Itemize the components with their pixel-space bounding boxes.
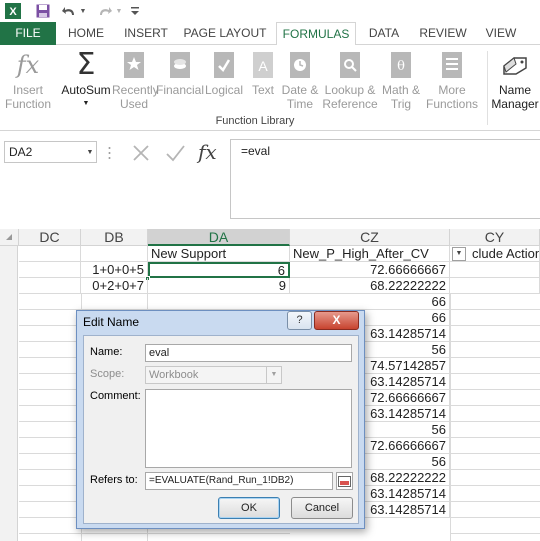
name-box-dropdown-icon[interactable]: ▼	[83, 141, 97, 163]
tab-data[interactable]: DATA	[360, 22, 408, 45]
formula-input[interactable]: =eval	[230, 139, 540, 219]
undo-dropdown-icon[interactable]: ▼	[78, 2, 88, 20]
name-field[interactable]: eval	[145, 344, 352, 362]
lookup-reference-button[interactable]: Lookup & Reference	[320, 49, 380, 115]
cell-cz-row2[interactable]: 72.66666667	[290, 262, 450, 278]
help-button[interactable]: ?	[287, 311, 312, 330]
svg-text:θ: θ	[397, 59, 405, 74]
tab-insert[interactable]: INSERT	[118, 22, 174, 45]
lookup-book-icon	[320, 49, 380, 81]
ribbon: fx Insert Function Σ AutoSum ▼ Recently …	[0, 45, 540, 131]
math-trig-button[interactable]: θ Math & Trig	[380, 49, 422, 115]
tab-view[interactable]: VIEW	[478, 22, 524, 45]
cancel-button[interactable]: Cancel	[291, 497, 353, 519]
name-manager-icon	[490, 49, 540, 81]
comment-textarea[interactable]	[145, 389, 352, 468]
financial-button[interactable]: Financial	[156, 49, 204, 115]
logical-button[interactable]: Logical	[204, 49, 244, 115]
date-time-book-icon	[280, 49, 320, 81]
save-icon[interactable]	[34, 2, 52, 20]
redo-dropdown-icon[interactable]: ▼	[114, 2, 124, 20]
formula-bar-grip-icon	[108, 145, 111, 161]
tab-review[interactable]: REVIEW	[414, 22, 472, 45]
sigma-icon: Σ	[76, 47, 96, 82]
cell-cz-row3[interactable]: 68.22222222	[290, 278, 450, 294]
refers-to-label: Refers to:	[90, 474, 138, 486]
ribbon-separator	[487, 51, 488, 125]
undo-icon[interactable]	[60, 2, 78, 20]
column-header-cy[interactable]: CY	[450, 229, 540, 246]
cell-da-row3[interactable]: 9	[148, 278, 290, 294]
cell[interactable]	[450, 262, 540, 278]
ok-button[interactable]: OK	[218, 497, 280, 519]
scope-label: Scope:	[90, 368, 125, 380]
fx-icon: fx	[16, 51, 40, 79]
function-library-group-label: Function Library	[215, 115, 295, 127]
gridlines-right	[450, 294, 540, 541]
cell[interactable]	[19, 262, 81, 278]
comment-label: Comment:	[90, 390, 141, 402]
tab-formulas[interactable]: FORMULAS	[276, 22, 356, 46]
column-header-da[interactable]: DA	[148, 229, 290, 246]
cell-db-row2[interactable]: 1+0+0+5	[81, 262, 148, 278]
close-button[interactable]: X	[314, 311, 359, 330]
star-book-icon	[112, 49, 156, 81]
collapse-dialog-icon[interactable]	[336, 472, 353, 490]
cell[interactable]	[81, 246, 148, 262]
filter-dropdown-icon[interactable]: ▼	[452, 247, 466, 261]
tab-home[interactable]: HOME	[60, 22, 112, 45]
autosum-button[interactable]: Σ AutoSum ▼	[58, 49, 114, 115]
cell-db-row3[interactable]: 0+2+0+7	[81, 278, 148, 294]
edit-name-dialog: Edit Name ? X Name: eval Scope: Workbook…	[76, 310, 365, 529]
dialog-title: Edit Name	[83, 315, 140, 329]
tab-page-layout[interactable]: PAGE LAYOUT	[180, 22, 270, 45]
more-functions-book-icon	[422, 49, 482, 81]
quick-access-toolbar: X ▼ ▼	[0, 0, 540, 22]
ribbon-tabs: FILE HOME INSERT PAGE LAYOUT FORMULAS DA…	[0, 22, 540, 46]
name-label: Name:	[90, 346, 123, 358]
cell[interactable]	[19, 246, 81, 262]
excel-logo-icon: X	[4, 2, 22, 20]
cell[interactable]	[19, 278, 81, 294]
select-all-corner[interactable]	[0, 229, 19, 246]
scope-select[interactable]: Workbook	[145, 366, 282, 384]
cell[interactable]	[450, 278, 540, 294]
column-header-cz[interactable]: CZ	[290, 229, 450, 246]
cell-cz-header[interactable]: New_P_High_After_CV	[290, 246, 450, 262]
insert-function-fx-icon[interactable]: fx	[198, 140, 222, 164]
recently-used-button[interactable]: Recently Used	[112, 49, 159, 115]
confirm-entry-icon[interactable]	[164, 143, 186, 163]
text-button[interactable]: A Text	[246, 49, 280, 115]
insert-function-button[interactable]: fx Insert Function	[2, 49, 54, 115]
dialog-body: Name: eval Scope: Workbook ▼ Comment: Re…	[83, 335, 359, 524]
refers-to-field[interactable]: =EVALUATE(Rand_Run_1!DB2)	[145, 472, 333, 490]
date-time-button[interactable]: Date & Time	[280, 49, 320, 115]
redo-icon[interactable]	[96, 2, 114, 20]
text-book-icon: A	[246, 49, 280, 81]
financial-book-icon	[156, 49, 204, 81]
formula-bar: DA2 ▼ fx =eval	[0, 131, 540, 229]
cell-da-header[interactable]: New Support	[148, 246, 290, 262]
name-manager-button[interactable]: Name Manager	[490, 49, 540, 115]
column-header-dc[interactable]: DC	[19, 229, 81, 246]
svg-text:X: X	[9, 6, 17, 18]
cell-cz-row4[interactable]: 66	[290, 294, 450, 310]
scope-dropdown-icon[interactable]: ▼	[266, 366, 282, 384]
math-book-icon: θ	[380, 49, 422, 81]
cell-da-row2-selected[interactable]: 6	[148, 262, 290, 278]
more-functions-button[interactable]: More Functions	[422, 49, 482, 115]
column-header-db[interactable]: DB	[81, 229, 148, 246]
svg-text:A: A	[258, 58, 268, 74]
logical-book-icon	[204, 49, 244, 81]
row-header-strip[interactable]	[0, 246, 18, 541]
tab-file[interactable]: FILE	[0, 22, 56, 45]
cancel-entry-icon[interactable]	[130, 143, 152, 163]
customize-toolbar-icon[interactable]	[128, 2, 142, 20]
